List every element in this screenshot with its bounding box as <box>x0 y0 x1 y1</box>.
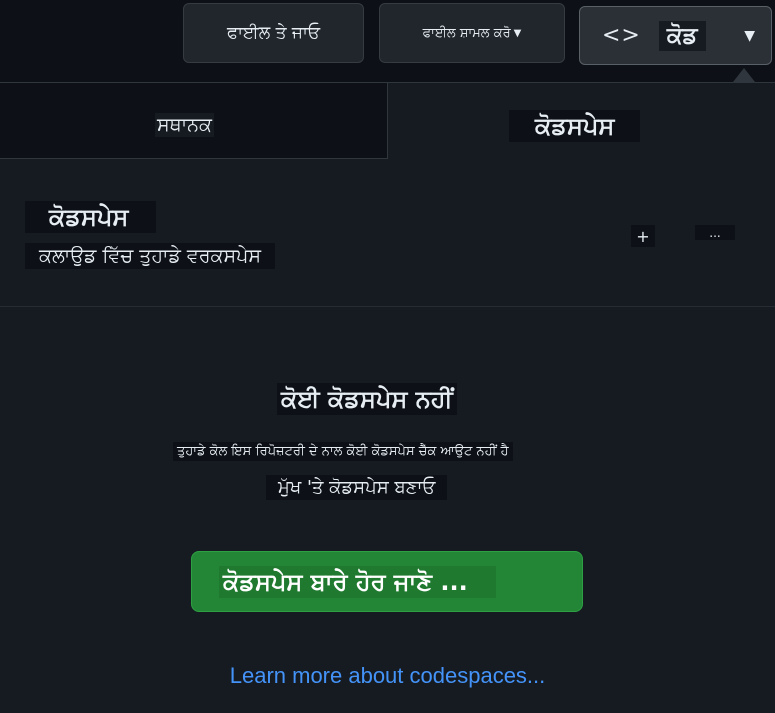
codespaces-subtitle: ਕਲਾਉਡ ਵਿੱਚ ਤੁਹਾਡੇ ਵਰਕਸਪੇਸ <box>25 243 276 269</box>
caret-down-icon: ▼ <box>513 27 522 39</box>
empty-state-description: ਤੁਹਾਡੇ ਕੋਲ ਇਸ ਰਿਪੋਜ਼ਟਰੀ ਦੇ ਨਾਲ ਕੋਈ ਕੋਡਸਪ… <box>173 442 513 461</box>
code-dropdown-panel: ਸਥਾਨਕ ਕੋਡਸਪੇਸ ਕੋਡਸਪੇਸ ਕਲਾਉਡ ਵਿੱਚ ਤੁਹਾਡੇ … <box>0 82 775 713</box>
tab-codespaces-label: ਕੋਡਸਪੇਸ <box>509 110 641 142</box>
code-label: ਕੋਡ <box>658 20 706 51</box>
add-file-button[interactable]: ਫਾਈਲ ਸ਼ਾਮਲ ਕਰੋ ▼ <box>379 3 565 63</box>
add-file-label: ਫਾਈਲ ਸ਼ਾਮਲ ਕਰੋ <box>422 25 511 41</box>
go-to-file-label: ਫਾਈਲ ਤੇ ਜਾਓ <box>226 23 321 43</box>
plus-icon[interactable]: + <box>631 225 655 247</box>
empty-state-title: ਕੋਈ ਕੋਡਸਪੇਸ ਨਹੀਂ <box>277 383 457 415</box>
section-divider <box>0 306 775 307</box>
tab-local-label: ਸਥਾਨਕ <box>155 113 214 137</box>
code-icon: <> <box>602 23 641 48</box>
learn-more-button[interactable]: ਕੋਡਸਪੇਸ ਬਾਰੇ ਹੋਰ ਜਾਣੋ ... <box>191 551 583 612</box>
learn-more-link[interactable]: Learn more about codespaces... <box>0 663 775 689</box>
more-options-icon[interactable]: ... <box>695 225 735 240</box>
learn-more-link-label: Learn more about codespaces... <box>229 663 546 688</box>
learn-more-button-label: ਕੋਡਸਪੇਸ ਬਾਰੇ ਹੋਰ ਜਾਣੋ ... <box>219 565 496 598</box>
codespaces-title: ਕੋਡਸਪੇਸ <box>25 201 157 233</box>
chevron-down-icon: ▼ <box>744 27 755 44</box>
code-button[interactable]: <> ਕੋਡ ▼ <box>579 6 772 65</box>
tab-local[interactable]: ਸਥਾਨਕ <box>0 83 388 159</box>
tab-codespaces[interactable]: ਕੋਡਸਪੇਸ <box>388 83 775 159</box>
dropdown-pointer <box>733 68 755 82</box>
create-codespace-text: ਮੁੱਖ 'ਤੇ ਕੋਡਸਪੇਸ ਬਣਾਓ <box>266 475 448 500</box>
repo-toolbar: ਫਾਈਲ ਤੇ ਜਾਓ ਫਾਈਲ ਸ਼ਾਮਲ ਕਰੋ ▼ <> ਕੋਡ ▼ <box>0 0 775 82</box>
go-to-file-button[interactable]: ਫਾਈਲ ਤੇ ਜਾਓ <box>183 3 364 63</box>
